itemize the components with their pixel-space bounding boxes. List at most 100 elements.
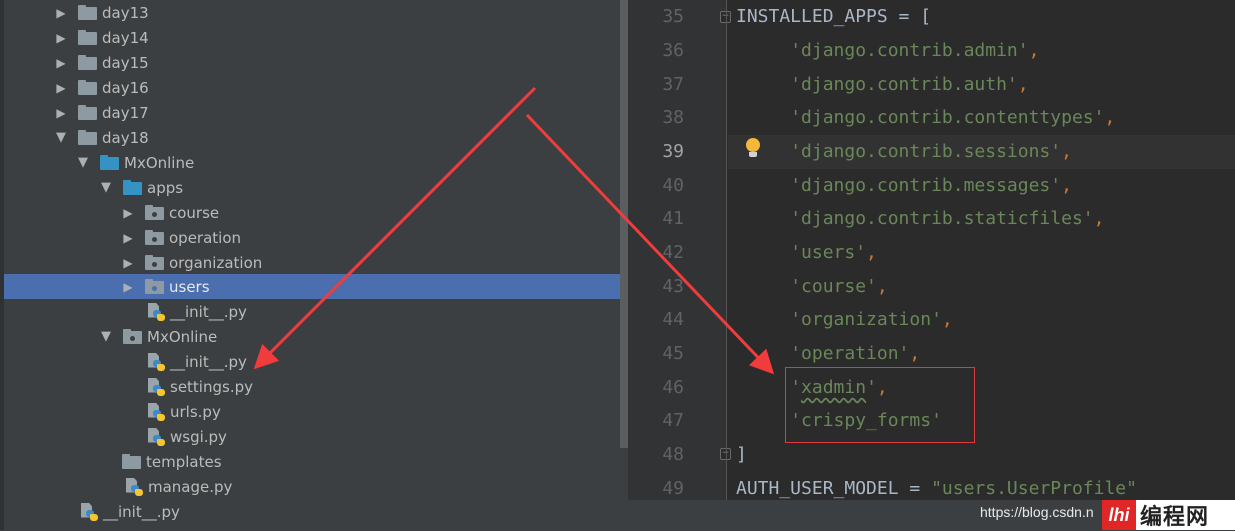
tree-item-day18[interactable]: ▼ day18 [4, 125, 628, 150]
tree-item-mxonline-package[interactable]: ▼ MxOnline [4, 324, 628, 349]
tree-item-label: day17 [102, 103, 149, 122]
chevron-down-icon[interactable]: ▼ [97, 328, 115, 346]
string-literal: 'django.contrib.messages' [790, 175, 1062, 196]
chevron-right-icon[interactable]: ▶ [119, 278, 137, 296]
chevron-right-icon[interactable]: ▶ [52, 54, 70, 72]
lightbulb-base [749, 152, 757, 157]
comma: , [1017, 74, 1029, 95]
chevron-down-icon[interactable]: ▼ [52, 129, 70, 147]
tree-item-label: day15 [102, 53, 149, 72]
chevron-right-icon[interactable]: ▶ [52, 79, 70, 97]
code-line[interactable]: 'django.contrib.admin', [736, 34, 1235, 68]
chevron-down-icon[interactable]: ▼ [74, 154, 92, 172]
tree-item-label: __init__.py [170, 352, 247, 371]
gutter-separator [726, 0, 727, 500]
code-line[interactable]: 'organization', [736, 303, 1235, 337]
watermark-badge: lhi [1102, 500, 1136, 530]
string-literal: 'django.contrib.auth' [790, 74, 1018, 95]
tree-item-users[interactable]: ▶ users [4, 274, 628, 299]
package-icon [145, 279, 164, 294]
line-number: 42 [662, 242, 684, 263]
tree-item-label: apps [147, 178, 184, 197]
line-number: 45 [662, 343, 684, 364]
code-line[interactable]: 'django.contrib.contenttypes', [736, 101, 1235, 135]
tree-item-settings-py[interactable]: settings.py [4, 374, 628, 399]
tree-item-day14[interactable]: ▶ day14 [4, 25, 628, 50]
tree-item-day16[interactable]: ▶ day16 [4, 75, 628, 100]
project-tree-panel: ▶ day13 ▶ day14 ▶ day15 ▶ day16 ▶ day17 … [0, 0, 630, 530]
folder-icon [78, 80, 97, 95]
code-line[interactable]: 'course', [736, 270, 1235, 304]
tree-item-urls-py[interactable]: urls.py [4, 399, 628, 424]
folder-icon [78, 105, 97, 120]
tree-item-day13[interactable]: ▶ day13 [4, 0, 628, 25]
string-literal: 'organization' [790, 309, 942, 330]
tree-item-label: MxOnline [124, 153, 195, 172]
tree-item-label: operation [169, 228, 242, 247]
code-line[interactable]: INSTALLED_APPS = [ [736, 0, 1235, 34]
source-folder-icon [100, 155, 119, 170]
string-literal: "users.UserProfile" [931, 478, 1137, 499]
tree-item-label: day14 [102, 28, 149, 47]
code-line-current[interactable]: 'django.contrib.sessions', [728, 135, 1235, 169]
python-file-icon [147, 402, 167, 422]
chevron-right-icon[interactable]: ▶ [119, 229, 137, 247]
code-text: AUTH_USER_MODEL = [736, 478, 932, 499]
folder-icon [78, 30, 97, 45]
python-file-icon [147, 427, 167, 447]
tree-item-label: day13 [102, 3, 149, 22]
chevron-right-icon[interactable]: ▶ [52, 4, 70, 22]
tree-item-course[interactable]: ▶ course [4, 200, 628, 225]
chevron-right-icon[interactable]: ▶ [119, 254, 137, 272]
tree-item-apps-init-py[interactable]: __init__.py [4, 299, 628, 324]
tree-item-mxonline-init-py[interactable]: __init__.py [4, 349, 628, 374]
chevron-right-icon[interactable]: ▶ [52, 29, 70, 47]
code-line[interactable]: ] [736, 438, 1235, 472]
source-folder-icon [123, 180, 142, 195]
editor-gutter: 35 36 37 38 39 40 41 42 43 44 45 46 47 4… [628, 0, 731, 500]
string-literal: 'course' [790, 276, 877, 297]
code-line[interactable]: 'django.contrib.messages', [736, 169, 1235, 203]
tree-item-day17[interactable]: ▶ day17 [4, 100, 628, 125]
comma: , [1093, 208, 1105, 229]
package-icon [145, 205, 164, 220]
comma: , [1061, 175, 1072, 196]
lightbulb-icon[interactable] [746, 138, 760, 152]
python-file-icon [125, 477, 145, 497]
comma: , [1061, 141, 1072, 162]
tree-item-label: organization [169, 253, 263, 272]
chevron-down-icon[interactable]: ▼ [97, 179, 115, 197]
line-number: 48 [662, 444, 684, 465]
package-icon [145, 230, 164, 245]
watermark-url: https://blog.csdn.n [980, 504, 1094, 520]
tree-item-wsgi-py[interactable]: wsgi.py [4, 424, 628, 449]
tree-item-manage-py[interactable]: manage.py [4, 474, 628, 499]
code-line[interactable]: 'users', [736, 236, 1235, 270]
tree-item-label: users [169, 277, 210, 296]
tree-item-day18-init-py[interactable]: __init__.py [4, 499, 628, 524]
code-line[interactable]: 'django.contrib.auth', [736, 68, 1235, 102]
comma: , [941, 309, 953, 330]
comma: , [909, 343, 921, 364]
tree-item-operation[interactable]: ▶ operation [4, 225, 628, 250]
tree-item-organization[interactable]: ▶ organization [4, 250, 628, 275]
tree-item-mxonline-root[interactable]: ▼ MxOnline [4, 150, 628, 175]
code-text: ] [736, 444, 747, 465]
string-literal: 'django.contrib.staticfiles' [790, 208, 1094, 229]
tree-item-apps[interactable]: ▼ apps [4, 175, 628, 200]
line-number: 41 [662, 208, 684, 229]
tree-item-label: __init__.py [170, 302, 247, 321]
chevron-right-icon[interactable]: ▶ [52, 104, 70, 122]
tree-item-day15[interactable]: ▶ day15 [4, 50, 628, 75]
tree-item-label: day16 [102, 78, 149, 97]
chevron-right-icon[interactable]: ▶ [119, 204, 137, 222]
comma: , [1104, 107, 1116, 128]
tree-item-label: course [169, 203, 220, 222]
string-literal: 'users' [790, 242, 867, 263]
comma: , [1028, 40, 1040, 61]
folder-icon [122, 454, 141, 469]
code-line[interactable]: 'django.contrib.staticfiles', [736, 202, 1235, 236]
tree-item-templates[interactable]: templates [4, 449, 628, 474]
code-line[interactable]: 'operation', [736, 337, 1235, 371]
folder-icon [78, 55, 97, 70]
